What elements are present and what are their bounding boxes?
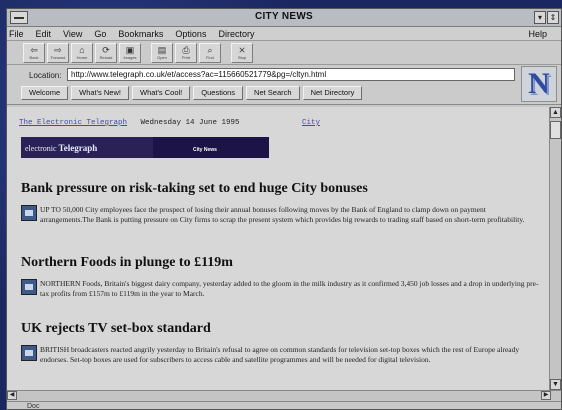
- article-body: BRITISH broadcasters reacted angrily yes…: [21, 345, 541, 365]
- forward-icon: ⇨: [54, 44, 62, 55]
- images-label: Images: [123, 54, 137, 60]
- home-icon: ⌂: [79, 44, 85, 55]
- logo-letter: N: [528, 67, 550, 100]
- stop-icon: ⨯: [238, 44, 246, 55]
- location-label: Location:: [29, 71, 62, 80]
- article-link-icon[interactable]: [21, 205, 37, 221]
- city-section-link[interactable]: City: [302, 119, 320, 127]
- menu-directory[interactable]: Directory: [218, 29, 254, 39]
- scroll-thumb[interactable]: [550, 121, 561, 139]
- telegraph-banner[interactable]: electronic Telegraph City News: [21, 137, 269, 158]
- status-bar: Doc: [7, 401, 561, 410]
- window-title: CITY NEWS: [254, 11, 314, 22]
- article-text: NORTHERN Foods, Britain's biggest dairy …: [40, 279, 539, 298]
- reload-icon: ⟳: [102, 44, 110, 55]
- scroll-down-icon[interactable]: ▼: [550, 379, 561, 390]
- page-content: The Electronic Telegraph Wednesday 14 Ju…: [7, 107, 551, 390]
- article-link-icon[interactable]: [21, 279, 37, 295]
- title-bar[interactable]: CITY NEWS ▾ ⇕: [7, 9, 561, 27]
- open-icon: ▤: [157, 44, 167, 55]
- menu-file[interactable]: File: [9, 29, 24, 39]
- maximize-button[interactable]: ⇕: [547, 11, 559, 24]
- dateline: The Electronic Telegraph Wednesday 14 Ju…: [19, 119, 320, 127]
- netscape-logo[interactable]: N: [521, 66, 557, 102]
- print-button[interactable]: ⎙ Print: [175, 42, 197, 63]
- find-button[interactable]: ⌕ Find: [199, 42, 221, 63]
- back-button[interactable]: ⇦ Back: [23, 42, 45, 63]
- menu-help[interactable]: Help: [528, 29, 547, 39]
- article-3: UK rejects TV set-box standard BRITISH b…: [21, 321, 541, 365]
- article-body: UP TO 50,000 City employees face the pro…: [21, 205, 541, 225]
- print-icon: ⎙: [182, 44, 190, 55]
- banner-big-text: Telegraph: [58, 142, 98, 153]
- images-icon: ▣: [125, 44, 135, 55]
- status-text: Doc: [27, 403, 40, 410]
- city-news-label: City News: [193, 147, 217, 153]
- print-label: Print: [181, 54, 191, 60]
- article-headline[interactable]: UK rejects TV set-box standard: [21, 321, 541, 337]
- article-text: UP TO 50,000 City employees face the pro…: [40, 205, 525, 224]
- menu-view[interactable]: View: [63, 29, 82, 39]
- scroll-up-icon[interactable]: ▲: [550, 107, 561, 118]
- minimize-button[interactable]: ▾: [534, 11, 546, 24]
- find-icon: ⌕: [207, 44, 213, 55]
- article-headline[interactable]: Northern Foods in plunge to £119m: [21, 255, 541, 271]
- net-directory-button[interactable]: Net Directory: [302, 86, 363, 100]
- article-text: BRITISH broadcasters reacted angrily yes…: [40, 345, 520, 364]
- menu-bar: File Edit View Go Bookmarks Options Dire…: [7, 27, 561, 41]
- article-link-icon[interactable]: [21, 345, 37, 361]
- stop-label: Stop: [237, 54, 247, 60]
- article-headline[interactable]: Bank pressure on risk-taking set to end …: [21, 181, 541, 197]
- article-2: Northern Foods in plunge to £119m NORTHE…: [21, 255, 541, 299]
- banner-small-text: electronic: [25, 143, 57, 153]
- scroll-right-icon[interactable]: ▶: [541, 391, 551, 400]
- article-body: NORTHERN Foods, Britain's biggest dairy …: [21, 279, 541, 299]
- horizontal-scrollbar[interactable]: ◀ ▶: [7, 390, 561, 400]
- back-label: Back: [29, 54, 39, 60]
- whats-cool-button[interactable]: What's Cool!: [131, 86, 191, 100]
- scroll-left-icon[interactable]: ◀: [7, 391, 17, 400]
- menu-edit[interactable]: Edit: [36, 29, 52, 39]
- reload-button[interactable]: ⟳ Reload: [95, 42, 117, 63]
- menu-bookmarks[interactable]: Bookmarks: [118, 29, 163, 39]
- open-button[interactable]: ▤ Open: [151, 42, 173, 63]
- home-button[interactable]: ⌂ Home: [71, 42, 93, 63]
- browser-window: CITY NEWS ▾ ⇕ File Edit View Go Bookmark…: [6, 8, 562, 410]
- reload-label: Reload: [99, 54, 113, 60]
- back-icon: ⇦: [30, 44, 38, 55]
- menu-options[interactable]: Options: [175, 29, 206, 39]
- page-date: Wednesday 14 June 1995: [140, 119, 240, 127]
- find-label: Find: [206, 54, 214, 60]
- banner-title: electronic Telegraph: [21, 143, 97, 153]
- vertical-scrollbar[interactable]: ▲ ▼: [549, 107, 561, 390]
- images-button[interactable]: ▣ Images: [119, 42, 141, 63]
- city-news-banner-image: City News: [153, 137, 269, 158]
- article-1: Bank pressure on risk-taking set to end …: [21, 181, 541, 225]
- open-label: Open: [157, 54, 167, 60]
- masthead-link[interactable]: The Electronic Telegraph: [19, 119, 127, 127]
- stop-button[interactable]: ⨯ Stop: [231, 42, 253, 63]
- questions-button[interactable]: Questions: [193, 86, 244, 100]
- net-search-button[interactable]: Net Search: [246, 86, 300, 100]
- location-bar: Location: Welcome What's New! What's Coo…: [7, 65, 561, 105]
- whats-new-button[interactable]: What's New!: [71, 86, 129, 100]
- forward-label: Forward: [50, 54, 66, 60]
- location-input[interactable]: [67, 68, 515, 81]
- directory-buttons: Welcome What's New! What's Cool! Questio…: [21, 86, 363, 100]
- home-label: Home: [76, 54, 88, 60]
- toolbar: ⇦ Back ⇨ Forward ⌂ Home ⟳ Reload ▣ Image…: [7, 41, 561, 65]
- welcome-button[interactable]: Welcome: [21, 86, 69, 100]
- forward-button[interactable]: ⇨ Forward: [47, 42, 69, 63]
- menu-go[interactable]: Go: [94, 29, 106, 39]
